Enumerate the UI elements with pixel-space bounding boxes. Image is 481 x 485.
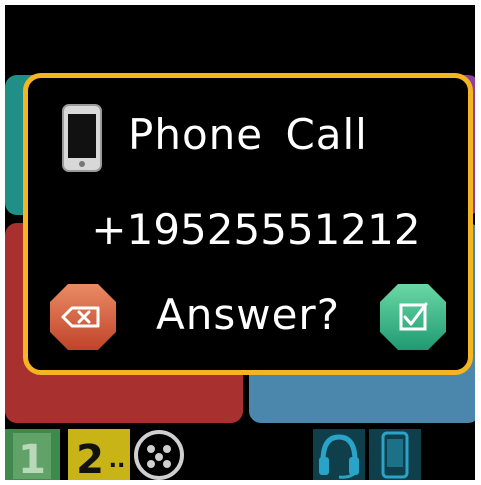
svg-text:1: 1 (18, 437, 46, 480)
accept-button[interactable] (378, 282, 448, 352)
controller-icon[interactable] (133, 427, 185, 480)
device-screen: Phone Call +19525551212 Answer? 1 2 .. (5, 5, 475, 480)
headset-icon[interactable] (313, 427, 365, 480)
svg-text:..: .. (109, 448, 126, 473)
phone-icon (62, 104, 102, 172)
dialog-title-row: Phone Call (28, 100, 468, 175)
phone-icon[interactable] (369, 427, 421, 480)
svg-text:2: 2 (76, 437, 104, 480)
bottom-bar: 1 2 .. (5, 427, 475, 480)
dialog-title: Phone Call (128, 110, 368, 159)
incoming-call-dialog: Phone Call +19525551212 Answer? (23, 73, 473, 375)
slot-1-icon[interactable]: 1 (5, 427, 60, 480)
caller-number: +19525551212 (91, 205, 421, 254)
slot-2-icon[interactable]: 2 .. (68, 427, 130, 480)
checkbox-icon (380, 284, 446, 350)
